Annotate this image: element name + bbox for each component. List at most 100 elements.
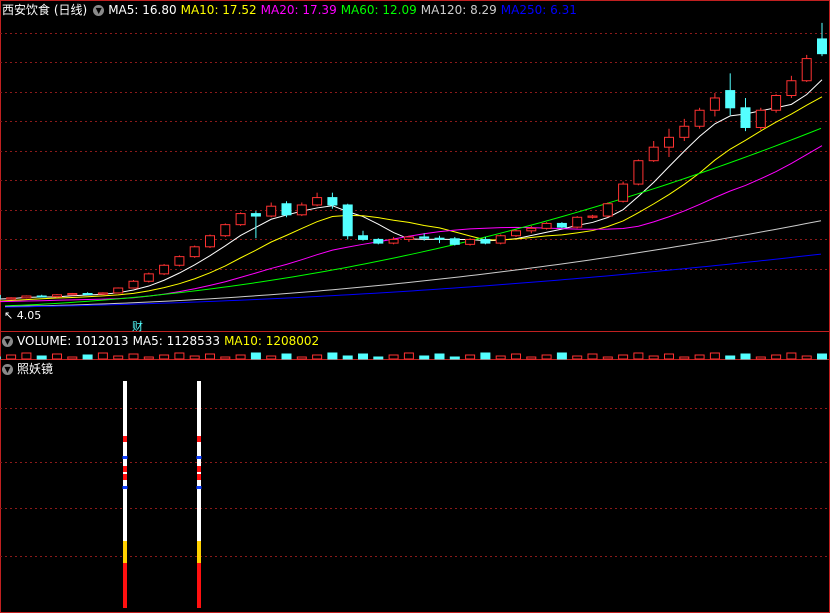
candle-body bbox=[281, 203, 292, 216]
volume-bar bbox=[755, 356, 766, 360]
volume-bar bbox=[159, 354, 170, 360]
volume-bar bbox=[495, 355, 506, 360]
candle-body bbox=[143, 273, 154, 282]
candle-body bbox=[434, 237, 445, 240]
candle-body bbox=[296, 204, 307, 216]
volume-bar bbox=[434, 353, 445, 360]
volume-bar bbox=[220, 356, 231, 360]
indicator-mark bbox=[122, 456, 128, 459]
candle-body bbox=[679, 125, 690, 138]
candle-body bbox=[709, 97, 720, 111]
indicator-mark bbox=[123, 436, 127, 442]
price-low-label: ↖ 4.05 bbox=[4, 309, 42, 322]
volume-bar bbox=[128, 353, 139, 360]
indicator-mark bbox=[123, 466, 127, 472]
candle-body bbox=[801, 58, 812, 82]
candle-body bbox=[235, 213, 246, 226]
chevron-down-icon[interactable]: ▼ bbox=[93, 5, 105, 16]
indicator-mark bbox=[123, 474, 127, 480]
candle-body bbox=[36, 295, 47, 298]
volume-bar bbox=[250, 352, 261, 360]
indicator-bar bbox=[197, 541, 201, 563]
volume-bar bbox=[342, 355, 353, 360]
finance-marker: 财 bbox=[132, 320, 143, 333]
volume-bar bbox=[618, 354, 629, 360]
volume-bar bbox=[648, 355, 659, 360]
volume-bar bbox=[358, 353, 368, 360]
candle-body bbox=[725, 90, 736, 109]
volume-bar bbox=[556, 352, 567, 360]
indicator-bar bbox=[123, 563, 127, 608]
volume-bar bbox=[174, 352, 185, 360]
candle-body bbox=[572, 216, 583, 228]
chevron-down-icon[interactable]: ▼ bbox=[2, 336, 13, 347]
ma-line bbox=[4, 253, 822, 308]
candle-body bbox=[174, 256, 185, 266]
candle-body bbox=[511, 230, 521, 237]
candle-body bbox=[159, 264, 170, 275]
candle-body bbox=[266, 205, 277, 217]
candle-body bbox=[250, 213, 261, 217]
candle-body bbox=[817, 38, 827, 55]
volume-bar bbox=[419, 355, 430, 360]
candle-body bbox=[587, 215, 598, 218]
ma-legend-item: MA20: 17.39 bbox=[260, 3, 337, 17]
volume-bar bbox=[771, 354, 782, 360]
volume-bar bbox=[113, 355, 124, 360]
candle-body bbox=[373, 238, 384, 244]
candle-body bbox=[449, 238, 460, 245]
volume-bar bbox=[296, 356, 307, 360]
indicator-bar bbox=[123, 381, 127, 541]
volume-bar bbox=[709, 352, 720, 360]
volume-bar bbox=[97, 352, 108, 360]
volume-bar bbox=[449, 356, 460, 360]
candle-body bbox=[128, 280, 139, 289]
volume-bar bbox=[388, 354, 399, 360]
volume-bar bbox=[281, 353, 292, 360]
volume-bar bbox=[373, 356, 384, 360]
candle-body bbox=[526, 227, 537, 232]
indicator-mark bbox=[197, 474, 201, 480]
candle-body bbox=[82, 293, 93, 296]
volume-bar bbox=[6, 354, 17, 360]
volume-bar bbox=[403, 352, 414, 360]
volume-bar bbox=[587, 353, 598, 360]
ma-legend-item: MA60: 12.09 bbox=[340, 3, 417, 17]
volume-bar bbox=[572, 355, 583, 360]
chevron-down-icon[interactable]: ▼ bbox=[2, 364, 13, 375]
volume-bar bbox=[52, 353, 62, 360]
volume-bar bbox=[740, 353, 751, 360]
volume-label: VOLUME: 1012013 bbox=[17, 334, 129, 348]
candle-body bbox=[480, 238, 491, 244]
volume-bar bbox=[786, 352, 797, 360]
volume-bar bbox=[143, 356, 154, 360]
ma-line bbox=[4, 127, 822, 307]
volume-bar bbox=[725, 355, 736, 360]
volume-bar bbox=[67, 356, 78, 360]
candle-body bbox=[602, 203, 613, 217]
candle-body bbox=[403, 236, 414, 240]
candle-body bbox=[358, 235, 368, 240]
candle-body bbox=[52, 294, 62, 298]
candle-body bbox=[388, 238, 399, 244]
volume-bar bbox=[327, 352, 338, 360]
candle-body bbox=[205, 235, 215, 248]
volume-bar bbox=[266, 355, 277, 360]
candle-body bbox=[97, 292, 108, 295]
candle-body bbox=[495, 235, 506, 244]
candle-body bbox=[342, 204, 353, 237]
candle-body bbox=[21, 295, 32, 299]
volume-ma5: MA5: 1128533 bbox=[132, 334, 221, 348]
volume-bar bbox=[541, 354, 552, 360]
candle-body bbox=[220, 224, 231, 237]
candle-body bbox=[419, 236, 430, 239]
stock-title: 西安饮食 (日线) bbox=[2, 3, 88, 17]
volume-bar bbox=[205, 353, 215, 360]
volume-bar bbox=[82, 354, 93, 360]
indicator-mark bbox=[122, 486, 128, 489]
volume-ma10: MA10: 1208002 bbox=[224, 334, 320, 348]
volume-bar bbox=[189, 355, 200, 360]
volume-bar bbox=[235, 354, 246, 360]
candle-body bbox=[327, 197, 338, 206]
candle-body bbox=[740, 107, 751, 128]
